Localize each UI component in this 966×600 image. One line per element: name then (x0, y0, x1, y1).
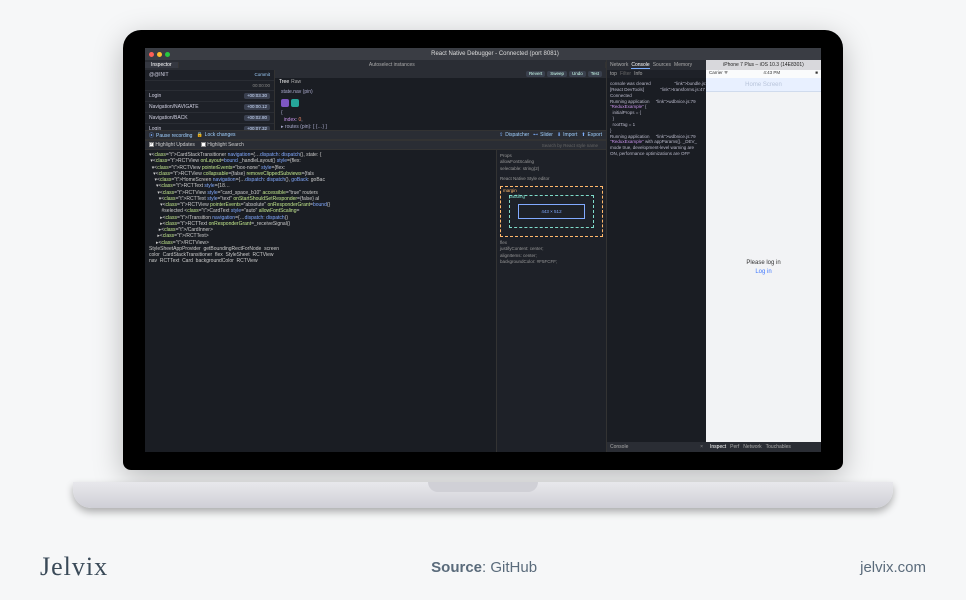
import-icon: ⬇ (557, 132, 561, 138)
close-icon[interactable] (149, 52, 154, 57)
window-title: React Native Debugger - Connected (port … (173, 51, 817, 57)
object-icon (281, 99, 289, 107)
console-filters: top Filter Info (607, 70, 706, 78)
inspect-tab[interactable]: Inspect (710, 444, 726, 450)
action-row[interactable]: Login +00:03.30 (145, 91, 274, 102)
memory-tab[interactable]: Memory (674, 62, 692, 68)
init-label: @@INIT (149, 72, 169, 78)
sim-content: Please log in Log in (706, 92, 821, 442)
editor-tabs: Tree Raw (275, 78, 606, 86)
laptop-frame: React Native Debugger - Connected (port … (123, 30, 843, 500)
action-row[interactable]: Navigation/NAVIGATE +00:00.12 (145, 102, 274, 113)
dispatcher-button[interactable]: ⇪Dispatcher (499, 132, 529, 138)
console-prompt[interactable]: Console × (607, 442, 706, 452)
init-row[interactable]: @@INIT Commit (145, 70, 274, 81)
export-button[interactable]: ⬆Export (581, 132, 602, 138)
simulator-panel: iPhone 7 Plus – iOS 10.3 (14E8301) Carri… (706, 60, 821, 452)
checkbox-icon (201, 142, 206, 147)
pause-icon: ⦿ (149, 133, 154, 139)
status-bar: Carrier ᯤ 4:43 PM ■ (706, 70, 821, 78)
filter-scope[interactable]: top (610, 71, 617, 77)
source-caption: Source: GitHub (431, 559, 537, 576)
undo-button[interactable]: Undo (569, 71, 586, 77)
highlight-search-toggle[interactable]: Highlight Search (201, 142, 244, 148)
action-row[interactable]: Navigation/BACK +00:02.80 (145, 113, 274, 124)
lock-button[interactable]: 🔒Lock changes (196, 132, 235, 138)
filter-input[interactable]: Filter (620, 71, 631, 77)
dispatch-icon: ⇪ (499, 132, 503, 138)
timestamp-row: 00:00:00 (145, 81, 274, 91)
network-tab[interactable]: Network (610, 62, 628, 68)
editor-toolbar: Revert Sweep Undo Test (275, 70, 606, 78)
test-button[interactable]: Test (588, 71, 602, 77)
debugger-header: Inspector Autoselect instances (145, 60, 606, 70)
console-tabs: Network Console Sources Memory (607, 60, 706, 70)
perf-tab[interactable]: Perf (730, 444, 739, 450)
touchables-tab[interactable]: Touchables (766, 444, 791, 450)
screen-bezel: React Native Debugger - Connected (port … (123, 30, 843, 470)
lock-icon: 🔒 (196, 132, 202, 138)
debugger-panel: Inspector Autoselect instances @@INIT Co… (145, 60, 606, 452)
revert-button[interactable]: Revert (526, 71, 545, 77)
native-style-heading: React Native Style editor (500, 176, 603, 182)
slider-icon: ⊷ (533, 132, 538, 138)
network-tab[interactable]: Network (743, 444, 761, 450)
state-editor: Revert Sweep Undo Test Tree Raw state.na… (275, 70, 606, 130)
close-icon: × (700, 444, 703, 450)
battery-icon: ■ (815, 70, 818, 78)
site-url: jelvix.com (860, 559, 926, 576)
sim-inspector-tabs: Inspect Perf Network Touchables (706, 442, 821, 452)
simulator-app: Carrier ᯤ 4:43 PM ■ Home Screen Please l… (706, 70, 821, 442)
filter-level[interactable]: Info (634, 71, 642, 77)
inspector-options: Highlight Updates Highlight Search Searc… (145, 140, 606, 150)
nav-bar: Home Screen (706, 78, 821, 92)
screen: React Native Debugger - Connected (port … (145, 48, 821, 452)
style-panel: Props allowFontScaling selectable: strin… (496, 150, 606, 452)
box-model: margin padding 443 × 512 (500, 186, 603, 237)
sweep-button[interactable]: Sweep (547, 71, 567, 77)
import-button[interactable]: ⬇Import (557, 132, 577, 138)
export-icon: ⬆ (581, 132, 585, 138)
laptop-base (73, 482, 893, 508)
actions-list: @@INIT Commit 00:00:00 Login +00:03.30 (145, 70, 275, 130)
brand-logo: Jelvix (40, 552, 108, 582)
sources-tab[interactable]: Sources (653, 62, 671, 68)
slider-button[interactable]: ⊷Slider (533, 132, 553, 138)
commit-label[interactable]: Commit (255, 72, 271, 78)
devtools-toolbar: ⦿Pause recording 🔒Lock changes ⇪Dispatch… (145, 130, 606, 140)
highlight-updates-toggle[interactable]: Highlight Updates (149, 142, 195, 148)
minimize-icon[interactable] (157, 52, 162, 57)
tree-tab[interactable]: Tree (279, 79, 289, 85)
caption-footer: Jelvix Source: GitHub jelvix.com (0, 534, 966, 600)
simulator-title: iPhone 7 Plus – iOS 10.3 (14E8301) (706, 60, 821, 70)
search-input[interactable]: Search by React style name (542, 143, 602, 148)
login-link[interactable]: Log in (755, 269, 771, 275)
devtools-console: Network Console Sources Memory top Filte… (606, 60, 706, 452)
autoselect-tab[interactable]: Autoselect instances (179, 62, 606, 68)
maximize-icon[interactable] (165, 52, 170, 57)
checkbox-icon (149, 142, 154, 147)
element-tree[interactable]: ▾<class="t">CardStackTransitioner naviga… (145, 150, 496, 452)
window-titlebar: React Native Debugger - Connected (port … (145, 48, 821, 60)
inspector-tab[interactable]: Inspector (145, 62, 179, 68)
console-output[interactable]: console was cleared "link">bundle.js:9 [… (607, 78, 706, 442)
login-prompt: Please log in (746, 260, 780, 266)
console-tab[interactable]: Console (631, 62, 649, 69)
raw-tab[interactable]: Raw (291, 79, 301, 85)
pin-icon (291, 99, 299, 107)
pause-button[interactable]: ⦿Pause recording (149, 132, 192, 139)
